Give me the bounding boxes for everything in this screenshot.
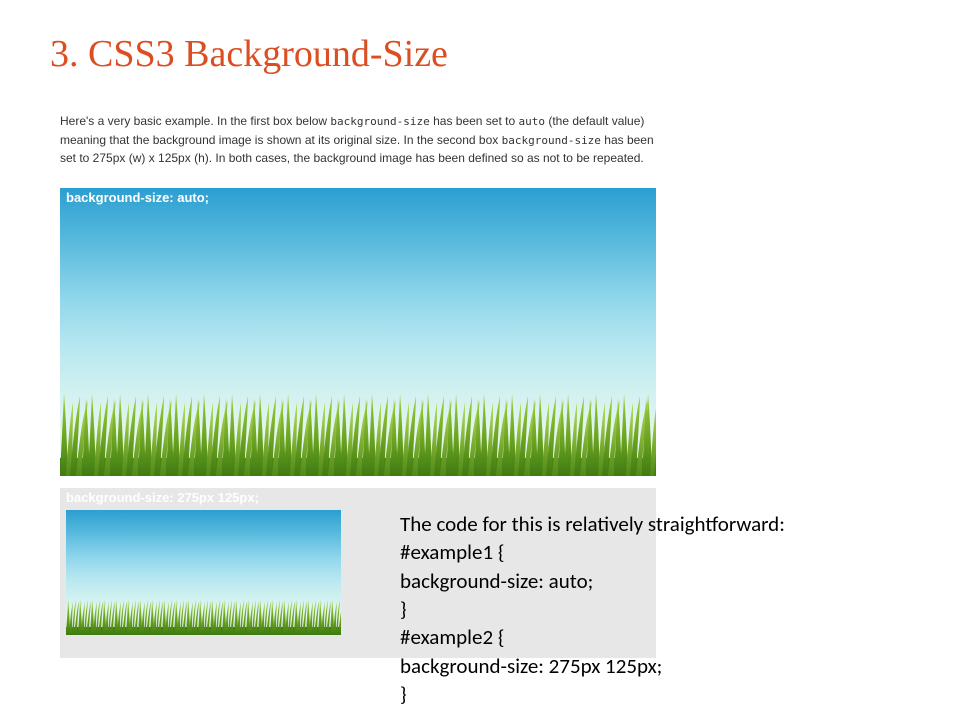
intro-text-1: Here's a very basic example. In the firs…: [60, 114, 330, 128]
code-line-7: }: [400, 680, 930, 708]
intro-paragraph: Here's a very basic example. In the firs…: [60, 112, 660, 168]
example2-thumb: [66, 510, 341, 635]
code-explanation: The code for this is relatively straight…: [400, 510, 930, 708]
code-line-6: background-size: 275px 125px;: [400, 652, 930, 680]
code-line-1: The code for this is relatively straight…: [400, 510, 930, 538]
intro-text-2: has been set to: [430, 114, 519, 128]
slide: 3. CSS3 Background-Size Here's a very ba…: [0, 0, 960, 720]
code-line-5: #example2 {: [400, 623, 930, 651]
example2-label: background-size: 275px 125px;: [66, 490, 259, 505]
example2-grass: [66, 599, 341, 635]
intro-code-1: background-size: [330, 115, 429, 128]
example1-label: background-size: auto;: [66, 190, 209, 205]
intro-code-2: auto: [519, 115, 546, 128]
code-line-3: background-size: auto;: [400, 567, 930, 595]
intro-code-3: background-size: [502, 134, 601, 147]
code-line-2: #example1 {: [400, 538, 930, 566]
code-line-4: }: [400, 595, 930, 623]
example1-box: background-size: auto;: [60, 188, 656, 476]
example1-grass: [60, 394, 656, 476]
slide-title: 3. CSS3 Background-Size: [50, 32, 448, 76]
